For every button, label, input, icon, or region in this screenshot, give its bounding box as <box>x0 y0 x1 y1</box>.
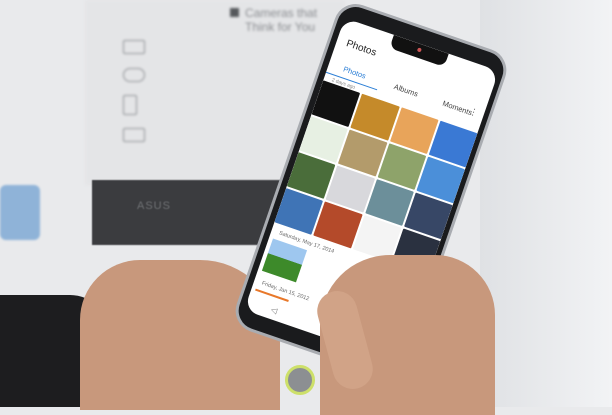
dual-camera-icon <box>123 68 145 82</box>
ring <box>285 365 315 395</box>
photo-thumbnail[interactable] <box>261 238 307 282</box>
back-icon[interactable]: ◁ <box>268 305 278 320</box>
chip-icon <box>123 95 137 115</box>
blue-object <box>0 185 40 240</box>
sign-bullet-icon <box>230 8 239 17</box>
camera-icon <box>123 40 145 54</box>
display-icon <box>123 128 145 142</box>
stand-brand: ASUS <box>137 200 171 212</box>
sign-stand: ASUS <box>92 180 282 245</box>
app-title: Photos <box>344 37 378 59</box>
camera-dot-icon <box>416 46 422 52</box>
